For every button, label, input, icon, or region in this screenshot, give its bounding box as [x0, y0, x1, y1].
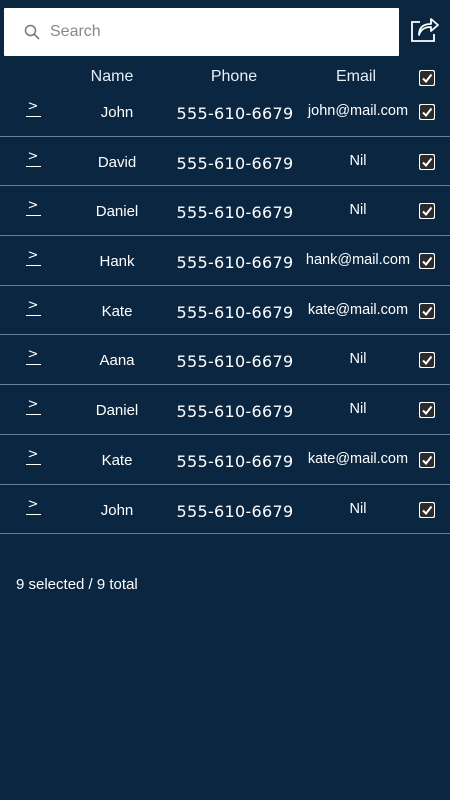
- chevron-right-icon[interactable]: >: [25, 150, 41, 169]
- contact-phone: 555-610-6679: [176, 104, 294, 123]
- checkmark-icon: [420, 403, 434, 418]
- contact-name: Kate: [101, 302, 133, 320]
- search-icon: [24, 24, 40, 40]
- contact-email: Nil: [349, 152, 367, 169]
- checkmark-icon: [420, 353, 434, 368]
- contact-phone: 555-610-6679: [176, 203, 294, 223]
- checkmark-icon: [420, 105, 434, 119]
- contact-email: hank@mail.com: [305, 252, 411, 269]
- row-checkbox[interactable]: [419, 352, 435, 369]
- share-button[interactable]: [407, 15, 441, 47]
- table-row[interactable]: > Aana 555-610-6679 Nil: [0, 335, 450, 386]
- contact-name: John: [100, 501, 134, 519]
- row-checkbox[interactable]: [419, 253, 435, 270]
- table-row[interactable]: > John 555-610-6679 Nil: [0, 485, 450, 535]
- chevron-right-icon[interactable]: >: [25, 299, 41, 318]
- row-checkbox[interactable]: [419, 302, 435, 319]
- table-row[interactable]: > Kate 555-610-6679 kate@mail.com: [0, 435, 450, 485]
- search-input[interactable]: [50, 17, 370, 47]
- row-checkbox[interactable]: [419, 402, 435, 419]
- table-row[interactable]: > David 555-610-6679 Nil: [0, 137, 450, 187]
- chevron-right-icon[interactable]: >: [25, 398, 41, 417]
- contact-phone: 555-610-6679: [176, 402, 294, 422]
- contact-phone: 555-610-6679: [176, 352, 294, 372]
- table-row[interactable]: > John 555-610-6679 john@mail.com: [0, 87, 450, 137]
- chevron-right-icon[interactable]: >: [25, 448, 41, 467]
- contact-phone: 555-610-6679: [176, 302, 294, 322]
- contact-name: David: [97, 153, 137, 171]
- checkmark-icon: [420, 204, 434, 219]
- checkmark-icon: [420, 154, 434, 169]
- search-bar: [4, 8, 399, 56]
- table-row[interactable]: > Kate 555-610-6679 kate@mail.com: [0, 286, 450, 336]
- contact-name: Daniel: [95, 402, 139, 420]
- contact-email: kate@mail.com: [307, 301, 409, 318]
- checkmark-icon: [420, 303, 434, 318]
- column-header-phone: Phone: [210, 68, 258, 85]
- table-header: Name Phone Email: [0, 62, 450, 90]
- chevron-right-icon[interactable]: >: [25, 199, 41, 218]
- table-row[interactable]: > Daniel 555-610-6679 Nil: [0, 385, 450, 435]
- contact-name: Kate: [101, 451, 133, 469]
- chevron-right-icon[interactable]: >: [25, 249, 41, 268]
- checkmark-icon: [420, 502, 434, 517]
- column-header-email: Email: [335, 68, 376, 85]
- table-row[interactable]: > Daniel 555-610-6679 Nil: [0, 186, 450, 237]
- contact-phone: 555-610-6679: [176, 501, 294, 521]
- contact-email: Nil: [349, 500, 367, 517]
- table-row[interactable]: > Hank 555-610-6679 hank@mail.com: [0, 236, 450, 286]
- checkmark-icon: [420, 71, 434, 85]
- row-checkbox[interactable]: [419, 203, 435, 220]
- selection-status: 9 selected / 9 total: [16, 576, 138, 593]
- select-all-checkbox[interactable]: [419, 70, 435, 86]
- contact-list: > John 555-610-6679 john@mail.com > David 555-…: [0, 87, 450, 535]
- chevron-right-icon[interactable]: >: [25, 498, 41, 517]
- checkmark-icon: [420, 254, 434, 269]
- contact-phone: 555-610-6679: [176, 451, 294, 471]
- contact-email: john@mail.com: [307, 103, 409, 119]
- checkmark-icon: [420, 452, 434, 467]
- contact-name: John: [100, 104, 134, 121]
- chevron-right-icon[interactable]: >: [25, 348, 41, 367]
- contact-email: Nil: [349, 202, 367, 219]
- row-checkbox[interactable]: [419, 153, 435, 170]
- contact-email: kate@mail.com: [307, 450, 409, 467]
- contact-name: Aana: [99, 352, 135, 370]
- contact-name: Daniel: [95, 203, 139, 221]
- column-header-name: Name: [90, 68, 134, 85]
- contact-phone: 555-610-6679: [176, 253, 294, 273]
- contact-email: Nil: [349, 401, 367, 418]
- contact-phone: 555-610-6679: [176, 153, 294, 173]
- chevron-right-icon[interactable]: >: [25, 100, 41, 119]
- share-icon: [408, 14, 440, 49]
- row-checkbox[interactable]: [419, 451, 435, 468]
- row-checkbox[interactable]: [419, 104, 435, 120]
- row-checkbox[interactable]: [419, 501, 435, 518]
- contact-name: Hank: [99, 253, 135, 271]
- contact-email: Nil: [349, 351, 367, 368]
